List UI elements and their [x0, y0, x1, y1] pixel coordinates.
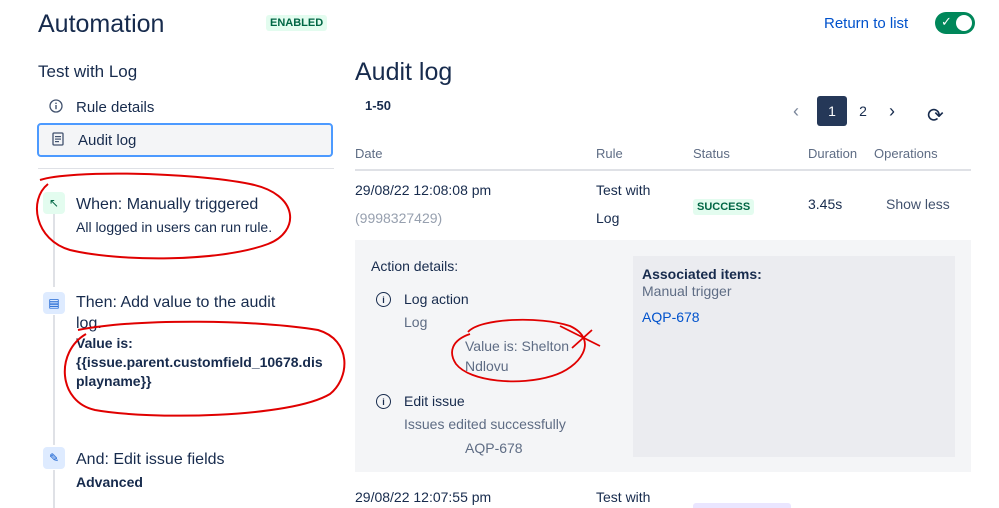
- refresh-icon[interactable]: ⟳: [927, 103, 944, 128]
- log-action-type: Log: [404, 314, 428, 330]
- associated-trigger: Manual trigger: [642, 283, 732, 299]
- column-header-rule: Rule: [596, 146, 623, 161]
- return-to-list-link[interactable]: Return to list: [824, 15, 908, 32]
- enabled-badge: ENABLED: [266, 15, 328, 31]
- status-badge: [693, 503, 791, 508]
- step-log-value-label: Value is:: [76, 335, 133, 351]
- log-action-title: Log action: [404, 291, 469, 307]
- page-title: Audit log: [355, 58, 453, 86]
- log-action-value-cont: Ndlovu: [465, 358, 509, 374]
- edit-issue-key: AQP-678: [465, 440, 523, 456]
- row-rule: Test with: [596, 182, 651, 198]
- sidebar-divider: [38, 168, 334, 169]
- sidebar-item-audit-log[interactable]: Audit log: [37, 123, 333, 157]
- step-edit-title[interactable]: And: Edit issue fields: [76, 449, 225, 470]
- step-log-title-cont: log.: [76, 315, 102, 332]
- timeline-line: [53, 315, 55, 445]
- step-trigger-title[interactable]: When: Manually triggered: [76, 194, 258, 215]
- document-icon: ▤: [43, 292, 65, 314]
- cursor-click-icon: ↖: [43, 192, 65, 214]
- info-icon: [47, 98, 65, 116]
- step-log-title[interactable]: Then: Add value to the audit: [76, 292, 275, 313]
- rule-name: Test with Log: [38, 62, 138, 81]
- row-rule-cont: Log: [596, 210, 620, 226]
- column-header-duration: Duration: [808, 146, 858, 161]
- rule-enabled-toggle[interactable]: ✓: [935, 12, 975, 34]
- status-badge: SUCCESS: [693, 199, 755, 215]
- row-id: (9998327429): [355, 210, 443, 226]
- row-duration: 3.45s: [808, 196, 843, 212]
- document-icon: [49, 131, 67, 149]
- step-trigger-subtitle: All logged in users can run rule.: [76, 219, 273, 235]
- sidebar-item-label: Rule details: [76, 98, 155, 116]
- row-date: 29/08/22 12:08:08 pm: [355, 182, 492, 198]
- associated-issue-link[interactable]: AQP-678: [642, 309, 700, 325]
- toggle-knob: [956, 15, 972, 31]
- chevron-right-icon[interactable]: ›: [889, 101, 895, 122]
- step-log-value-line2: playname}}: [76, 373, 152, 389]
- step-edit-subtitle: Advanced: [76, 474, 143, 490]
- timeline-line: [53, 212, 55, 287]
- column-header-status: Status: [693, 146, 730, 161]
- column-header-operations: Operations: [874, 146, 938, 161]
- info-icon: i: [376, 394, 391, 409]
- table-header-divider: [355, 169, 971, 171]
- chevron-left-icon[interactable]: ‹: [793, 101, 799, 122]
- show-less-link[interactable]: Show less: [886, 196, 950, 212]
- associated-items-heading: Associated items:: [642, 266, 762, 282]
- sidebar-item-rule-details[interactable]: Rule details: [37, 90, 333, 124]
- result-range: 1-50: [365, 98, 392, 113]
- info-icon: i: [376, 292, 391, 307]
- row-rule: Test with: [596, 489, 651, 505]
- edit-issue-title: Edit issue: [404, 393, 465, 409]
- log-action-value: Value is: Shelton: [465, 338, 570, 354]
- edit-issue-result: Issues edited successfully: [404, 416, 566, 432]
- app-title: Automation: [38, 10, 165, 38]
- page-1-button[interactable]: 1: [817, 96, 847, 126]
- step-log-value-line1: {{issue.parent.customfield_10678.dis: [76, 354, 323, 370]
- column-header-date: Date: [355, 146, 383, 161]
- page-2-button[interactable]: 2: [848, 96, 878, 126]
- check-icon: ✓: [941, 14, 952, 29]
- timeline-line: [53, 470, 55, 508]
- action-details-heading: Action details:: [371, 258, 459, 274]
- sidebar-item-label: Audit log: [78, 131, 137, 149]
- row-date: 29/08/22 12:07:55 pm: [355, 489, 492, 505]
- pencil-icon: ✎: [43, 447, 65, 469]
